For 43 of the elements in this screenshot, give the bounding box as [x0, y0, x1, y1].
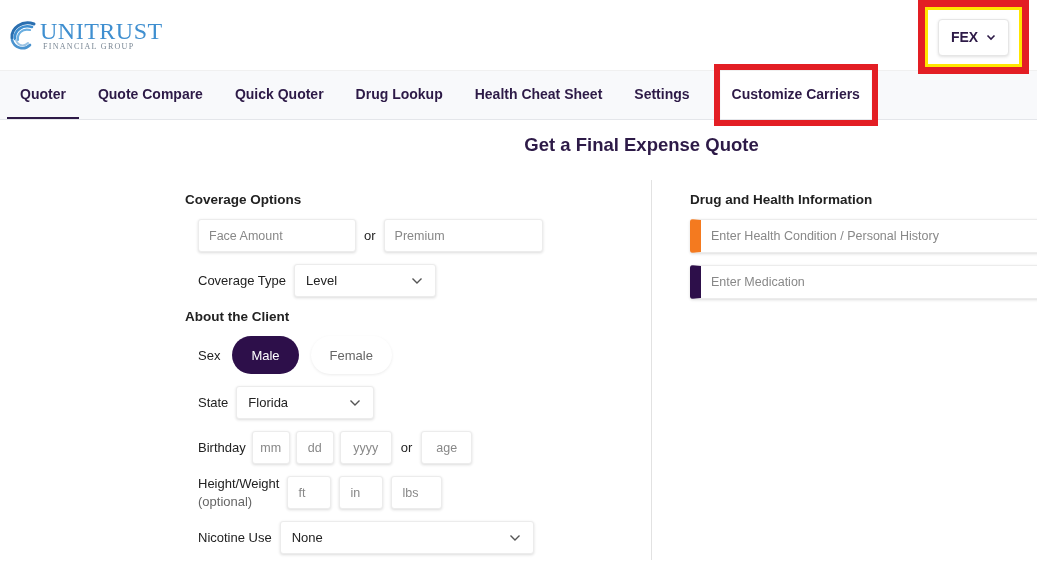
field-label: Coverage Type [198, 273, 286, 288]
field-label: Sex [198, 347, 221, 363]
input-field[interactable]: Face Amount [198, 219, 356, 252]
nav-tab[interactable]: Quote Compare [84, 71, 216, 119]
input-field[interactable]: age [421, 431, 473, 464]
search-field[interactable]: Enter Medication [690, 265, 1037, 299]
search-field[interactable]: Enter Health Condition / Personal History [690, 219, 1037, 253]
logo-tagline: FINANCIAL GROUP [43, 43, 136, 51]
section-heading: Drug and Health Information [690, 192, 874, 207]
input-field[interactable]: lbs [391, 476, 443, 509]
input-field[interactable]: in [339, 476, 384, 509]
chevron-down-icon [410, 276, 423, 285]
nicotine-dropdown[interactable]: None [279, 521, 534, 554]
chevron-down-icon [986, 33, 997, 41]
field-label: State [198, 395, 229, 410]
section-heading: Coverage Options [185, 192, 303, 207]
nav-tab[interactable]: Quick Quoter [221, 71, 337, 119]
chevron-down-icon [349, 398, 362, 407]
coverage-type-dropdown[interactable]: Level [293, 264, 436, 297]
product-dropdown[interactable]: FEX [937, 18, 1010, 56]
field-label: Height/Weight [198, 476, 280, 491]
field-label: Birthday [198, 440, 246, 455]
input-field[interactable]: yyyy [339, 431, 392, 464]
chevron-down-icon [508, 533, 521, 542]
input-field[interactable]: ft [287, 476, 332, 509]
section-heading: About the Client [185, 309, 291, 324]
nav-tab[interactable]: Settings [621, 71, 703, 119]
input-field[interactable]: mm [251, 431, 290, 464]
sex-option-button[interactable]: Female [310, 336, 392, 374]
nav-tab[interactable]: Quoter [7, 71, 79, 119]
input-field[interactable]: dd [295, 431, 334, 464]
optional-note: (optional) [198, 494, 254, 509]
state-dropdown[interactable]: Florida [236, 386, 375, 419]
or-text: or [400, 440, 413, 455]
or-text: or [364, 228, 376, 243]
logo-wordmark: UNITRUST [40, 19, 163, 43]
swirl-logo-icon [8, 18, 38, 52]
input-field[interactable]: Premium [383, 219, 543, 252]
field-label: Nicotine Use [198, 530, 272, 545]
nav-tab[interactable]: Drug Lookup [342, 71, 456, 119]
sex-option-button[interactable]: Male [232, 336, 299, 374]
page-title: Get a Final Expense Quote [523, 134, 760, 156]
nav-tab[interactable]: Health Cheat Sheet [461, 71, 616, 119]
